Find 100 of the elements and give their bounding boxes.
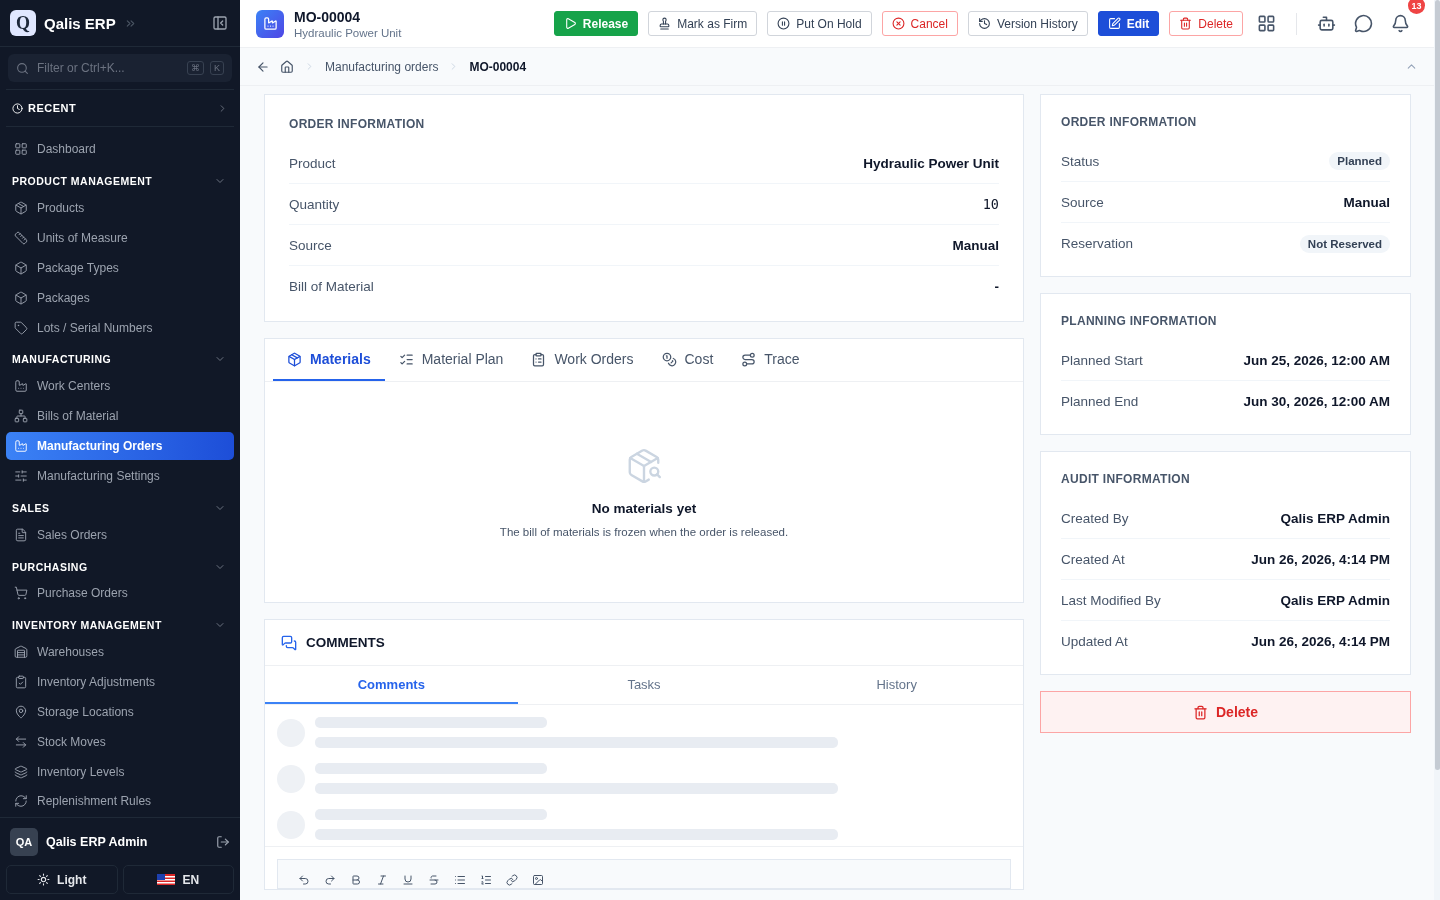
tab[interactable]: Material Plan: [384, 339, 518, 381]
tab[interactable]: Cost: [647, 339, 728, 381]
field-label: Product: [289, 155, 336, 171]
action-button[interactable]: Put On Hold: [767, 11, 872, 36]
nav-item[interactable]: Warehouses: [6, 637, 234, 667]
nav-item[interactable]: Products: [6, 193, 234, 223]
status-pill: Planned: [1329, 152, 1390, 170]
nav-section-header[interactable]: INVENTORY MANAGEMENT: [6, 612, 234, 638]
field-label: Planned End: [1061, 394, 1139, 409]
nav-item[interactable]: Storage Locations: [6, 697, 234, 727]
nav-item[interactable]: Work Centers: [6, 371, 234, 401]
field-value: Manual: [1343, 194, 1390, 210]
numbered-list-icon[interactable]: [480, 874, 492, 886]
italic-icon[interactable]: [376, 874, 388, 886]
nav-section-header[interactable]: SALES: [6, 495, 234, 521]
nav-item[interactable]: Packages: [6, 283, 234, 313]
nav-item[interactable]: Inventory Adjustments: [6, 667, 234, 697]
close-icon: [891, 17, 905, 30]
card-title: AUDIT INFORMATION: [1061, 472, 1191, 486]
field-value: Jun 26, 2026, 4:14 PM: [1251, 551, 1390, 567]
bold-icon[interactable]: [350, 874, 362, 886]
bullet-list-icon[interactable]: [454, 874, 466, 886]
tab[interactable]: History: [770, 666, 1023, 704]
factory-icon: [14, 439, 28, 453]
package-icon: [287, 351, 302, 367]
field-label: Last Modified By: [1061, 592, 1161, 608]
underline-icon[interactable]: [402, 874, 414, 886]
logo: Q: [10, 10, 36, 36]
notification-bell-icon[interactable]: [1391, 14, 1410, 33]
breadcrumb-current: MO-00004: [469, 59, 527, 74]
filter-field[interactable]: Filter or Ctrl+K...: [35, 60, 181, 76]
field-value: Hydraulic Power Unit: [863, 155, 999, 171]
field-label: Source: [289, 237, 332, 253]
user-avatar: QA: [10, 827, 38, 856]
nav-item[interactable]: Manufacturing Settings: [6, 461, 234, 491]
tab[interactable]: Comments: [265, 666, 518, 704]
nav-item[interactable]: Inventory Levels: [6, 757, 234, 786]
home-icon[interactable]: [280, 59, 294, 74]
tab[interactable]: Work Orders: [517, 339, 648, 381]
image-icon[interactable]: [532, 874, 544, 886]
action-button[interactable]: Version History: [967, 11, 1088, 36]
card-title: ORDER INFORMATION: [1061, 115, 1198, 129]
nav-item[interactable]: Package Types: [6, 253, 234, 283]
edit-icon: [1107, 17, 1121, 30]
nav-section-header[interactable]: MANUFACTURING: [6, 346, 234, 372]
recent-toggle[interactable]: RECENT: [6, 89, 234, 127]
tab[interactable]: Trace: [727, 339, 814, 381]
tab[interactable]: Materials: [273, 339, 385, 381]
action-button[interactable]: Cancel: [881, 11, 958, 36]
nav-item[interactable]: Units of Measure: [6, 223, 234, 253]
hierarchy-icon: [14, 409, 28, 424]
page-subtitle: Hydraulic Power Unit: [294, 26, 403, 39]
empty-title: No materials yet: [591, 500, 697, 516]
checklist-icon: [398, 351, 414, 367]
field-value: Manual: [952, 237, 999, 253]
warehouse-icon: [14, 645, 28, 660]
edit-button[interactable]: Edit: [1097, 11, 1160, 36]
scrollbar-thumb[interactable]: [1434, 0, 1440, 770]
arrows-icon: [14, 734, 28, 749]
nav-section-header[interactable]: PURCHASING: [6, 554, 234, 580]
field-value: Jun 25, 2026, 12:00 AM: [1243, 352, 1390, 368]
field-label: Status: [1061, 153, 1100, 169]
delete-button[interactable]: Delete: [1040, 691, 1411, 733]
breadcrumb-link[interactable]: Manufacturing orders: [325, 59, 439, 74]
status-pill: Not Reserved: [1299, 234, 1390, 253]
theme-button[interactable]: Light: [6, 865, 118, 894]
strikethrough-icon[interactable]: [428, 874, 440, 886]
redo-icon[interactable]: [324, 874, 336, 886]
clipboard-icon: [531, 351, 547, 367]
nav-item[interactable]: Purchase Orders: [6, 579, 234, 608]
document-icon: [14, 527, 28, 542]
app-name: Qalis ERP: [44, 14, 116, 32]
nav-item[interactable]: Replenishment Rules: [6, 787, 234, 816]
nav-item[interactable]: Manufacturing Orders: [6, 431, 234, 461]
field-value: Qalis ERP Admin: [1280, 510, 1390, 526]
link-icon[interactable]: [506, 874, 518, 886]
action-button[interactable]: Delete: [1169, 11, 1243, 36]
comments-icon: [281, 634, 297, 651]
collapse-sidebar-icon[interactable]: [212, 15, 228, 31]
back-icon[interactable]: [256, 59, 270, 74]
undo-icon[interactable]: [298, 874, 310, 886]
nav-item[interactable]: Bills of Material: [6, 401, 234, 431]
language-button[interactable]: EN: [122, 865, 234, 894]
field-value: 10: [982, 196, 999, 212]
logout-icon[interactable]: [216, 834, 230, 849]
box-icon: [14, 290, 28, 305]
field-label: Source: [1061, 194, 1104, 210]
field-value: Qalis ERP Admin: [1280, 592, 1390, 608]
action-button[interactable]: Mark as Firm: [648, 11, 758, 36]
tab[interactable]: Tasks: [517, 666, 771, 704]
play-icon: [563, 17, 577, 30]
nav-item[interactable]: Sales Orders: [6, 520, 234, 550]
nav-section-header[interactable]: PRODUCT MANAGEMENT: [6, 168, 234, 194]
nav-item[interactable]: Stock Moves: [6, 727, 234, 757]
sun-icon: [37, 873, 51, 886]
empty-message: The bill of materials is frozen when the order is released.: [499, 525, 789, 538]
field-label: Created At: [1061, 551, 1125, 567]
nav-item[interactable]: Lots / Serial Numbers: [6, 313, 234, 342]
nav-item[interactable]: Dashboard: [6, 135, 234, 164]
field-label: Quantity: [289, 196, 340, 212]
